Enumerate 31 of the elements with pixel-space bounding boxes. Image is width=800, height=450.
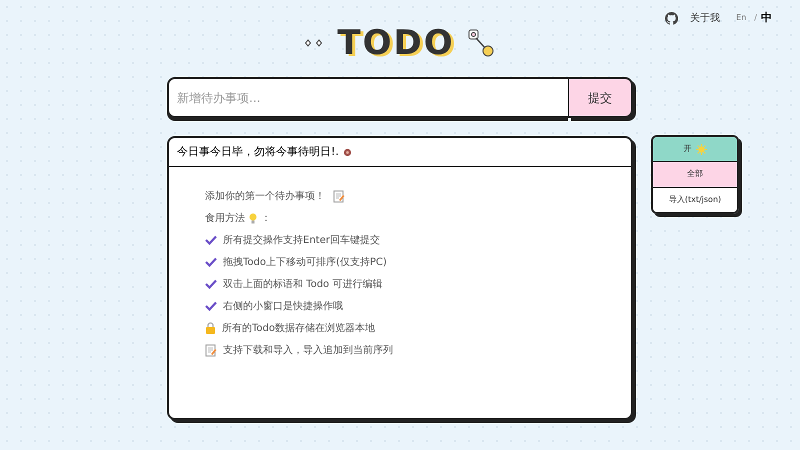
side-menu-item[interactable]: 导入(txt/json) <box>653 186 737 212</box>
sun-icon <box>696 144 706 155</box>
language-separator: / <box>754 12 757 24</box>
lightbulb-icon <box>249 212 257 224</box>
tip-text: 拖拽Todo上下移动可排序(仅支持PC) <box>223 256 387 270</box>
memo-icon <box>205 344 217 356</box>
check-icon <box>205 235 217 245</box>
about-link[interactable]: 关于我 <box>690 10 720 26</box>
motto-text[interactable]: 今日事今日毕，勿将今事待明日!. <box>177 144 339 160</box>
tip-text: 支持下载和导入，导入追加到当前序列 <box>223 344 393 358</box>
github-icon[interactable] <box>665 12 678 25</box>
lock-icon <box>205 322 216 334</box>
side-menu-item[interactable]: 全部 <box>653 161 737 187</box>
tip-text: 双击上面的标语和 Todo 可进行编辑 <box>223 278 382 292</box>
check-icon <box>205 301 217 311</box>
tip-text: 所有的Todo数据存储在浏览器本地 <box>222 322 375 336</box>
tip-text: 右侧的小窗口是快捷操作哦 <box>223 300 343 314</box>
language-option[interactable]: 中 <box>761 10 772 26</box>
language-option[interactable]: En <box>736 12 746 24</box>
side-menu-item[interactable]: 开 <box>653 137 737 162</box>
tip-text: 所有提交操作支持Enter回车键提交 <box>223 234 380 248</box>
usage-heading: 食用方法 <box>205 212 245 226</box>
check-icon <box>205 279 217 289</box>
new-todo-input[interactable]: 新增待办事项... <box>167 77 568 118</box>
colon-text: ： <box>261 212 271 226</box>
submit-button[interactable]: 提交 <box>568 77 633 118</box>
check-icon <box>205 257 217 267</box>
logo-text: TODO <box>337 26 455 60</box>
pin-icon <box>466 28 495 58</box>
intro-title: 添加你的第一个待办事项！ <box>205 190 325 204</box>
memo-icon <box>333 190 345 202</box>
